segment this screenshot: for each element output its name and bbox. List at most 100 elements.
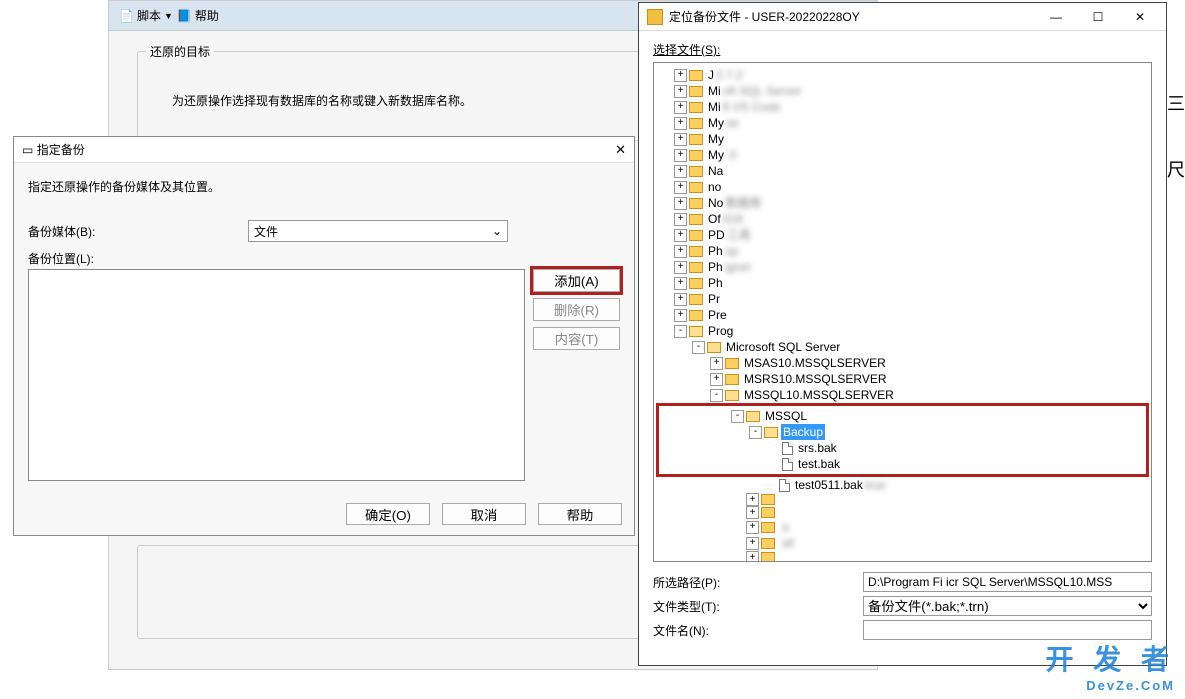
collapse-icon[interactable]: -	[674, 325, 687, 338]
collapse-icon[interactable]: -	[749, 426, 762, 439]
tree-node[interactable]: +MSRS10.MSSQLSERVER	[656, 371, 1149, 387]
tree-node[interactable]: test.bak	[659, 456, 1146, 472]
help-label: 帮助	[195, 7, 219, 24]
close-button[interactable]: ✕	[1122, 6, 1158, 28]
expand-icon[interactable]: +	[746, 537, 759, 550]
script-menu[interactable]: 📄 脚本 ▼	[119, 7, 173, 24]
folder-icon	[761, 494, 775, 505]
blurred-text: all	[782, 535, 794, 551]
folder-icon	[689, 278, 703, 289]
tree-node[interactable]: +Ph	[656, 275, 1149, 291]
expand-icon[interactable]: +	[746, 551, 759, 562]
tree-node[interactable]: -Backup	[659, 424, 1146, 440]
tree-node[interactable]: + My	[656, 131, 1149, 147]
restore-target-title: 还原的目标	[146, 43, 214, 60]
expand-icon[interactable]: +	[674, 117, 687, 130]
filetype-label: 文件类型(T):	[653, 598, 853, 615]
tree-node[interactable]: +Mi oft SQL Server	[656, 83, 1149, 99]
tree-node[interactable]: +Ph igner	[656, 259, 1149, 275]
expand-icon[interactable]: +	[674, 277, 687, 290]
tree-node[interactable]: +My se	[656, 115, 1149, 131]
expand-icon[interactable]: +	[674, 261, 687, 274]
collapse-icon[interactable]: -	[731, 410, 744, 423]
blurred-text: 019	[723, 211, 743, 227]
expand-icon[interactable]: +	[674, 245, 687, 258]
ok-button[interactable]: 确定(O)	[346, 503, 430, 525]
expand-icon[interactable]: +	[674, 149, 687, 162]
expand-icon[interactable]: +	[674, 133, 687, 146]
tree-node[interactable]: -Microsoft SQL Server	[656, 339, 1149, 355]
tree-node[interactable]: - Prog	[656, 323, 1149, 339]
tree-node[interactable]: +Pr	[656, 291, 1149, 307]
expand-icon[interactable]: +	[710, 373, 723, 386]
help-menu[interactable]: 📘 帮助	[177, 7, 219, 24]
expand-icon[interactable]: +	[674, 101, 687, 114]
tree-node[interactable]: -MSSQL	[659, 408, 1146, 424]
blurred-text: a	[782, 519, 789, 535]
tree-node[interactable]: +My .0	[656, 147, 1149, 163]
tree-node[interactable]: +Ph op	[656, 243, 1149, 259]
tree-node[interactable]: -MSSQL10.MSSQLSERVER	[656, 387, 1149, 403]
help-button[interactable]: 帮助	[538, 503, 622, 525]
remove-button[interactable]: 删除(R)	[533, 298, 620, 321]
tree-node-label: Na	[706, 163, 725, 179]
collapse-icon[interactable]: -	[692, 341, 705, 354]
file-icon	[782, 458, 793, 471]
tree-node[interactable]: +	[656, 506, 1149, 519]
path-label: 所选路径(P):	[653, 574, 853, 591]
tree-node[interactable]: +no	[656, 179, 1149, 195]
minimize-button[interactable]: ―	[1038, 6, 1074, 28]
window-icon: ▭	[22, 143, 33, 157]
tree-node[interactable]: +Mi ft VS Code	[656, 99, 1149, 115]
tree-node[interactable]: + all	[656, 535, 1149, 551]
expand-icon[interactable]: +	[674, 181, 687, 194]
tree-node[interactable]: +	[656, 493, 1149, 506]
blurred-text: oft SQL Server	[723, 83, 802, 99]
folder-icon	[689, 134, 703, 145]
folder-icon	[746, 411, 760, 422]
filetype-select[interactable]: 备份文件(*.bak;*.trn)	[863, 596, 1152, 616]
content-button[interactable]: 内容(T)	[533, 327, 620, 350]
tree-node[interactable]: +J 2.7.2	[656, 67, 1149, 83]
tree-node-label: My	[706, 131, 726, 147]
expand-icon[interactable]: +	[674, 197, 687, 210]
collapse-icon[interactable]: -	[710, 389, 723, 402]
folder-icon	[689, 102, 703, 113]
expand-icon[interactable]: +	[674, 293, 687, 306]
expand-icon[interactable]: +	[674, 309, 687, 322]
expand-icon[interactable]: +	[674, 69, 687, 82]
expand-icon[interactable]: +	[746, 521, 759, 534]
expand-icon[interactable]: +	[746, 506, 759, 519]
expand-icon[interactable]: +	[674, 229, 687, 242]
expand-icon[interactable]: +	[674, 213, 687, 226]
expand-icon[interactable]: +	[746, 493, 759, 506]
script-icon: 📄	[119, 9, 134, 23]
tree-node[interactable]: srs.bak	[659, 440, 1146, 456]
add-button[interactable]: 添加(A)	[533, 269, 620, 292]
tree-node[interactable]: + Na	[656, 163, 1149, 179]
close-icon[interactable]: ✕	[615, 142, 626, 158]
file-tree[interactable]: +J 2.7.2+Mi oft SQL Server+Mi ft VS Code…	[653, 62, 1152, 562]
backup-media-select[interactable]: 文件 ⌄	[248, 220, 508, 242]
expand-icon[interactable]: +	[710, 357, 723, 370]
tree-node[interactable]: +MSAS10.MSSQLSERVER	[656, 355, 1149, 371]
folder-icon	[689, 294, 703, 305]
tree-node[interactable]: +	[656, 551, 1149, 562]
tree-node-label: Prog	[706, 323, 735, 339]
expand-icon[interactable]: +	[674, 165, 687, 178]
tree-node[interactable]: +PD 工具	[656, 227, 1149, 243]
right-strip: 三 尺	[1167, 0, 1185, 699]
tree-node[interactable]: test0511.bak true	[656, 477, 1149, 493]
cancel-button[interactable]: 取消	[442, 503, 526, 525]
tree-node[interactable]: +No 数据库	[656, 195, 1149, 211]
folder-icon	[761, 507, 775, 518]
tree-node[interactable]: + a	[656, 519, 1149, 535]
maximize-button[interactable]: ☐	[1080, 6, 1116, 28]
tree-node-label: test0511.bak	[793, 477, 865, 493]
filename-input[interactable]	[863, 620, 1152, 640]
tree-node[interactable]: +Of 019	[656, 211, 1149, 227]
folder-icon	[761, 552, 775, 562]
backup-location-list[interactable]	[28, 269, 525, 481]
tree-node[interactable]: +Pre	[656, 307, 1149, 323]
expand-icon[interactable]: +	[674, 85, 687, 98]
